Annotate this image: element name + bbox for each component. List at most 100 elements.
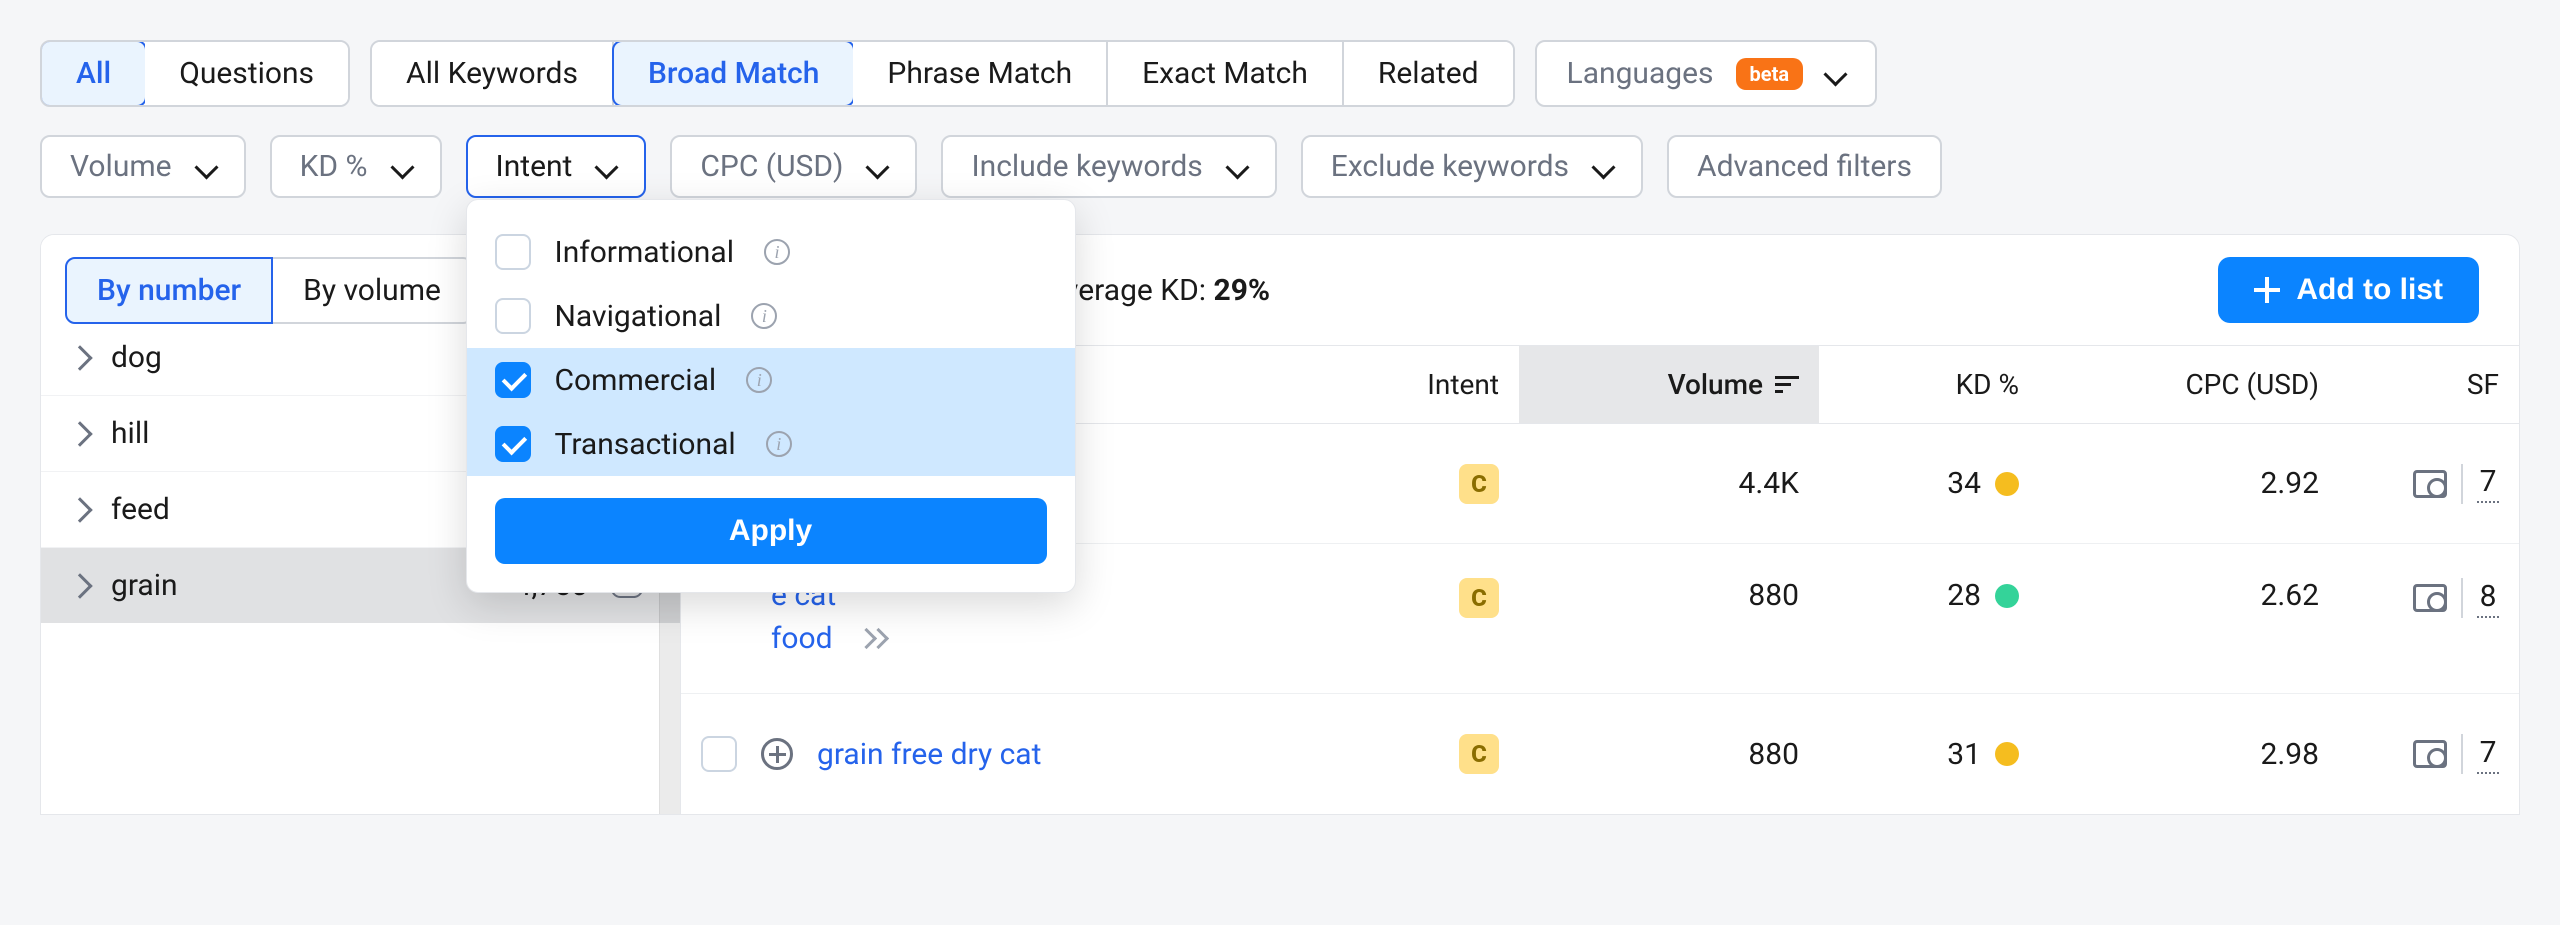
- filter-volume[interactable]: Volume: [40, 135, 246, 198]
- chevron-right-icon: [67, 573, 92, 598]
- keyword-link-fragment[interactable]: food: [771, 621, 833, 656]
- filter-kd-label: KD %: [300, 149, 368, 184]
- sf-value: 7: [2477, 464, 2499, 503]
- intent-option-informational[interactable]: Informational i: [467, 220, 1075, 284]
- col-volume[interactable]: Volume: [1519, 346, 1819, 423]
- chevron-right-icon: [67, 497, 92, 522]
- cell-intent: C: [1299, 710, 1519, 798]
- col-intent[interactable]: Intent: [1299, 346, 1519, 423]
- match-type-tabs: All Keywords Broad Match Phrase Match Ex…: [370, 40, 1515, 107]
- tab-all[interactable]: All: [40, 40, 147, 107]
- add-to-list-label: Add to list: [2296, 273, 2443, 307]
- table-row: grain free dry cat C 880 31 2.98 7: [681, 694, 2519, 814]
- chevron-down-icon: [196, 157, 216, 177]
- cell-sf: 8: [2339, 554, 2519, 642]
- plus-icon: [2254, 277, 2280, 303]
- match-tabs-row: All Questions All Keywords Broad Match P…: [40, 40, 2520, 107]
- apply-button[interactable]: Apply: [495, 498, 1047, 564]
- languages-dropdown[interactable]: Languages beta: [1535, 40, 1878, 107]
- filter-row: Volume KD % Intent Informational i Navig…: [40, 135, 2520, 198]
- cell-volume: 4.4K: [1519, 442, 1819, 525]
- cell-volume: 880: [1519, 713, 1819, 796]
- keyword-group-name: feed: [111, 492, 456, 527]
- kd-value: 34: [1947, 466, 1981, 501]
- double-chevron-icon[interactable]: [857, 627, 891, 651]
- intent-option-transactional[interactable]: Transactional i: [467, 412, 1075, 476]
- filter-intent-label: Intent: [496, 149, 573, 184]
- cell-intent: C: [1299, 554, 1519, 642]
- results-panel: By number By volume dog 5,285 hill 5,099…: [40, 234, 2520, 815]
- cell-sf: 7: [2339, 710, 2519, 798]
- tab-questions[interactable]: Questions: [145, 42, 348, 105]
- chevron-down-icon: [1825, 64, 1845, 84]
- serp-icon[interactable]: [2413, 740, 2447, 768]
- tab-related[interactable]: Related: [1344, 42, 1513, 105]
- intent-option-navigational[interactable]: Navigational i: [467, 284, 1075, 348]
- filter-kd[interactable]: KD %: [270, 135, 442, 198]
- col-sf[interactable]: SF: [2339, 346, 2519, 423]
- filter-cpc[interactable]: CPC (USD): [670, 135, 917, 198]
- languages-label: Languages: [1567, 56, 1714, 91]
- sf-value: 7: [2477, 735, 2499, 774]
- intent-dropdown: Informational i Navigational i Commercia…: [466, 199, 1076, 593]
- intent-option-label: Commercial: [555, 363, 717, 398]
- add-keyword-icon[interactable]: [761, 738, 793, 770]
- cell-cpc: 2.62: [2039, 554, 2339, 637]
- intent-badge-commercial: C: [1459, 734, 1499, 774]
- intent-option-label: Navigational: [555, 299, 722, 334]
- sf-value: 8: [2477, 579, 2499, 618]
- chevron-down-icon: [1227, 157, 1247, 177]
- col-cpc[interactable]: CPC (USD): [2039, 346, 2339, 423]
- intent-badge-commercial: C: [1459, 464, 1499, 504]
- filter-exclude-keywords[interactable]: Exclude keywords: [1301, 135, 1643, 198]
- filter-advanced[interactable]: Advanced filters: [1667, 135, 1942, 198]
- add-to-list-button[interactable]: Add to list: [2218, 257, 2479, 323]
- filter-include-label: Include keywords: [971, 149, 1202, 184]
- tab-phrase-match[interactable]: Phrase Match: [853, 42, 1108, 105]
- tab-all-keywords[interactable]: All Keywords: [372, 42, 614, 105]
- filter-exclude-label: Exclude keywords: [1331, 149, 1569, 184]
- tab-exact-match[interactable]: Exact Match: [1108, 42, 1344, 105]
- info-icon[interactable]: i: [766, 431, 792, 457]
- info-icon[interactable]: i: [751, 303, 777, 329]
- checkbox-checked-icon: [495, 426, 531, 462]
- difficulty-dot-icon: [1995, 742, 2019, 766]
- kd-value: 28: [1947, 578, 1981, 613]
- chevron-down-icon: [1593, 157, 1613, 177]
- checkbox-icon: [495, 298, 531, 334]
- difficulty-dot-icon: [1995, 584, 2019, 608]
- intent-option-label: Transactional: [555, 427, 736, 462]
- col-volume-label: Volume: [1668, 368, 1763, 401]
- intent-option-commercial[interactable]: Commercial i: [467, 348, 1075, 412]
- keyword-link[interactable]: grain free dry cat: [817, 737, 1041, 772]
- chevron-right-icon: [67, 421, 92, 446]
- filter-include-keywords[interactable]: Include keywords: [941, 135, 1276, 198]
- beta-badge: beta: [1736, 58, 1804, 90]
- info-icon[interactable]: i: [746, 367, 772, 393]
- checkbox-checked-icon: [495, 362, 531, 398]
- keyword-group-name: grain: [111, 568, 456, 603]
- tab-broad-match[interactable]: Broad Match: [612, 40, 855, 107]
- col-kd[interactable]: KD %: [1819, 346, 2039, 423]
- chevron-right-icon: [67, 345, 92, 370]
- kd-value: 31: [1947, 737, 1981, 772]
- sidebar-tab-by-number[interactable]: By number: [65, 257, 273, 324]
- filter-type-tabs: All Questions: [40, 40, 350, 107]
- filter-intent[interactable]: Intent: [466, 135, 647, 198]
- cell-volume: 880: [1519, 554, 1819, 637]
- checkbox-icon: [495, 234, 531, 270]
- sidebar-tab-by-volume[interactable]: By volume: [273, 257, 473, 324]
- difficulty-dot-icon: [1995, 472, 2019, 496]
- row-checkbox[interactable]: [701, 736, 737, 772]
- info-icon[interactable]: i: [764, 239, 790, 265]
- average-kd-value: 29%: [1214, 273, 1271, 308]
- cell-sf: 7: [2339, 440, 2519, 528]
- serp-icon[interactable]: [2413, 470, 2447, 498]
- average-kd: Average KD: 29%: [1045, 273, 1270, 308]
- serp-icon[interactable]: [2413, 584, 2447, 612]
- cell-cpc: 2.92: [2039, 442, 2339, 525]
- cell-cpc: 2.98: [2039, 713, 2339, 796]
- cell-intent: C: [1299, 440, 1519, 528]
- cell-keyword: grain free dry cat: [681, 712, 1299, 796]
- filter-advanced-label: Advanced filters: [1697, 149, 1912, 184]
